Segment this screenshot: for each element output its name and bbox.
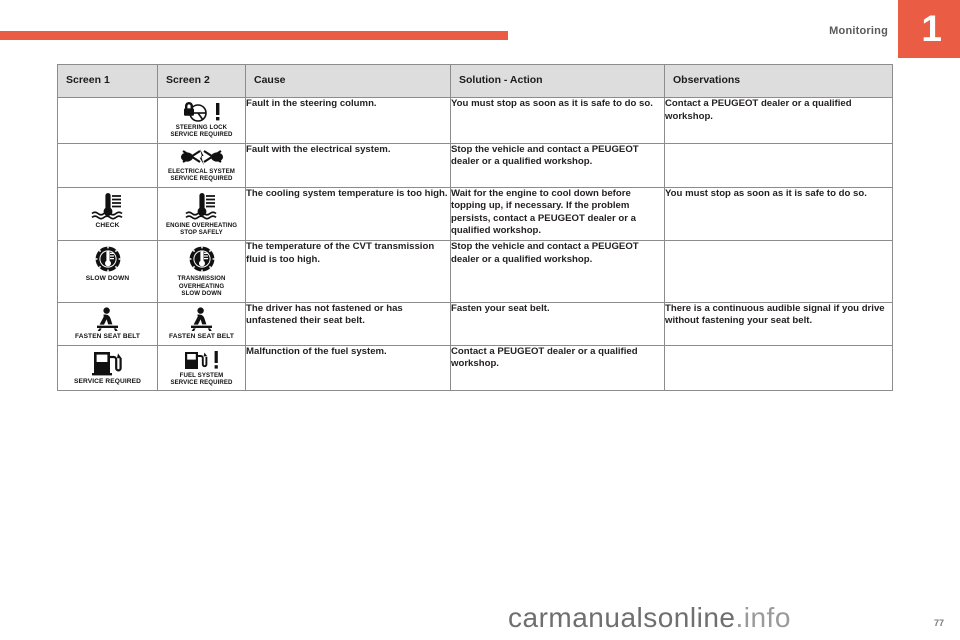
page-number: 77 xyxy=(933,618,944,628)
table-row: ELECTRICAL SYSTEM SERVICE REQUIRED Fault… xyxy=(57,142,893,188)
telltale-badge: STEERING LOCK SERVICE REQUIRED xyxy=(158,98,245,143)
telltale-badge: ENGINE OVERHEATING STOP SAFELY xyxy=(158,187,245,241)
telltale-caption: TRANSMISSION OVERHEATING SLOW DOWN xyxy=(177,275,226,298)
telltale-caption: ELECTRICAL SYSTEM SERVICE REQUIRED xyxy=(168,167,235,183)
cell-screen2: FASTEN SEAT BELT xyxy=(157,301,246,346)
telltale-caption: ENGINE OVERHEATING STOP SAFELY xyxy=(165,221,238,237)
cell-screen1: CHECK xyxy=(57,186,158,242)
telltale-caption: FUEL SYSTEM SERVICE REQUIRED xyxy=(170,371,233,387)
cell-solution: Stop the vehicle and contact a PEUGEOT d… xyxy=(450,142,665,188)
seat-belt-icon xyxy=(60,307,155,331)
cell-solution: Wait for the engine to cool down before … xyxy=(450,186,665,242)
cell-solution: Fasten your seat belt. xyxy=(450,301,665,346)
cell-observations xyxy=(664,240,893,303)
seat-belt-icon xyxy=(160,307,243,331)
coolant-temperature-icon xyxy=(160,192,243,220)
chapter-number: 1 xyxy=(921,8,942,49)
telltale-caption: STEERING LOCK SERVICE REQUIRED xyxy=(170,124,233,139)
fuel-pump-icon xyxy=(60,350,155,376)
telltale-badge: SERVICE REQUIRED xyxy=(58,345,157,390)
cell-observations xyxy=(664,142,893,188)
warning-messages-table-wrapper: Screen 1 Screen 2 Cause Solution - Actio… xyxy=(57,64,893,392)
table-row: FASTEN SEAT BELT FASTEN SEAT BELT The dr… xyxy=(57,301,893,346)
cell-screen2: STEERING LOCK SERVICE REQUIRED xyxy=(157,97,246,144)
column-header-solution: Solution - Action xyxy=(450,64,665,98)
column-header-screen1: Screen 1 xyxy=(57,64,158,98)
cell-observations xyxy=(664,344,893,392)
telltale-badge: FASTEN SEAT BELT xyxy=(58,302,157,345)
column-header-cause: Cause xyxy=(245,64,451,98)
cell-cause: Fault in the steering column. xyxy=(245,97,451,144)
cell-cause: The cooling system temperature is too hi… xyxy=(245,186,451,242)
coolant-temperature-icon xyxy=(60,192,155,220)
steering-lock-icon xyxy=(160,102,243,122)
table-row: SERVICE REQUIRED FUEL SYSTEM SERVICE REQ… xyxy=(57,344,893,392)
cell-screen2: TRANSMISSION OVERHEATING SLOW DOWN xyxy=(157,240,246,303)
cell-cause: The driver has not fastened or has unfas… xyxy=(245,301,451,346)
cell-screen1-empty xyxy=(57,97,158,144)
telltale-caption: FASTEN SEAT BELT xyxy=(74,332,141,340)
cell-solution: You must stop as soon as it is safe to d… xyxy=(450,97,665,144)
transmission-overheating-icon xyxy=(160,245,243,273)
column-header-observations: Observations xyxy=(664,64,893,98)
telltale-caption: SERVICE REQUIRED xyxy=(73,377,142,385)
cell-cause: The temperature of the CVT transmission … xyxy=(245,240,451,303)
cell-screen1-empty xyxy=(57,142,158,188)
telltale-badge: SLOW DOWN xyxy=(58,241,157,288)
cell-screen1: SERVICE REQUIRED xyxy=(57,344,158,392)
fuel-system-icon xyxy=(160,350,243,370)
site-watermark: carmanualsonline.info xyxy=(508,602,791,633)
cell-screen1: SLOW DOWN xyxy=(57,240,158,303)
cell-screen1: FASTEN SEAT BELT xyxy=(57,301,158,346)
transmission-overheating-icon xyxy=(60,245,155,273)
cell-screen2: ENGINE OVERHEATING STOP SAFELY xyxy=(157,186,246,242)
page-header: 1 Monitoring xyxy=(0,0,960,58)
telltale-badge: ELECTRICAL SYSTEM SERVICE REQUIRED xyxy=(158,143,245,187)
telltale-badge: TRANSMISSION OVERHEATING SLOW DOWN xyxy=(158,241,245,302)
electrical-system-icon xyxy=(160,148,243,166)
cell-solution: Stop the vehicle and contact a PEUGEOT d… xyxy=(450,240,665,303)
telltale-badge: FUEL SYSTEM SERVICE REQUIRED xyxy=(158,345,245,391)
table-row: STEERING LOCK SERVICE REQUIRED Fault in … xyxy=(57,97,893,144)
page-title: Monitoring xyxy=(829,25,888,37)
table-body: STEERING LOCK SERVICE REQUIRED Fault in … xyxy=(57,97,893,392)
table-header-row: Screen 1 Screen 2 Cause Solution - Actio… xyxy=(57,64,893,98)
cell-solution: Contact a PEUGEOT dealer or a qualified … xyxy=(450,344,665,392)
cell-observations: Contact a PEUGEOT dealer or a qualified … xyxy=(664,97,893,144)
table-row: SLOW DOWN TRANSMISSION OVERHEATING SLOW … xyxy=(57,240,893,303)
cell-cause: Malfunction of the fuel system. xyxy=(245,344,451,392)
cell-cause: Fault with the electrical system. xyxy=(245,142,451,188)
telltale-badge: CHECK xyxy=(58,187,157,234)
telltale-caption: FASTEN SEAT BELT xyxy=(168,332,235,340)
warning-messages-table: Screen 1 Screen 2 Cause Solution - Actio… xyxy=(57,64,893,392)
header-accent-rule xyxy=(0,31,508,40)
table-row: CHECK ENGINE OVERHEATING STOP SAFELY The… xyxy=(57,186,893,242)
telltale-badge: FASTEN SEAT BELT xyxy=(158,302,245,345)
cell-observations: You must stop as soon as it is safe to d… xyxy=(664,186,893,242)
cell-screen2: ELECTRICAL SYSTEM SERVICE REQUIRED xyxy=(157,142,246,188)
telltale-caption: SLOW DOWN xyxy=(85,275,130,283)
cell-observations: There is a continuous audible signal if … xyxy=(664,301,893,346)
cell-screen2: FUEL SYSTEM SERVICE REQUIRED xyxy=(157,344,246,392)
telltale-caption: CHECK xyxy=(95,221,120,229)
column-header-screen2: Screen 2 xyxy=(157,64,246,98)
